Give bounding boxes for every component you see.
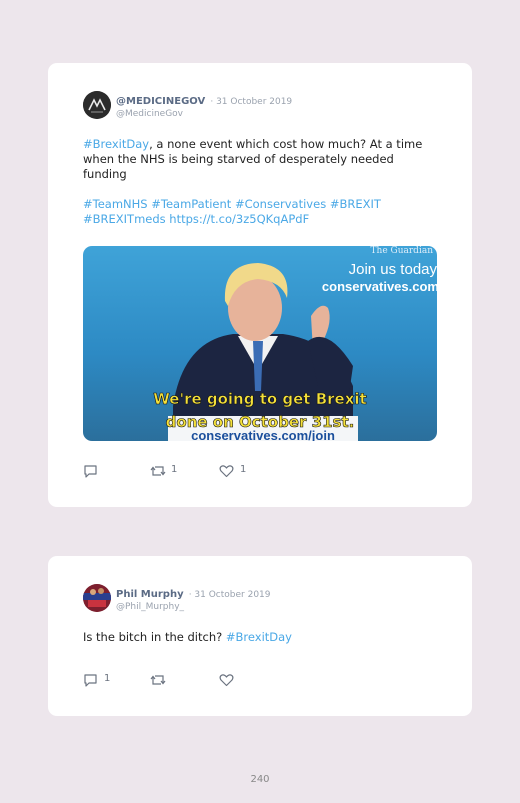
caption-line-2: done on October 31st. xyxy=(166,413,355,431)
join-text: Join us today xyxy=(349,261,437,278)
tweet-body: Is the bitch in the ditch? xyxy=(83,630,226,644)
media-scene: The Guardian Join us today conservatives… xyxy=(153,246,437,441)
tweet-hashtags: #TeamNHS #TeamPatient #Conservatives #BR… xyxy=(83,197,433,227)
heart-icon xyxy=(219,465,234,478)
caption-line-1: We're going to get Brexit xyxy=(153,390,366,408)
medicinegov-logo-icon xyxy=(83,91,111,119)
retweet-icon xyxy=(150,675,166,685)
author-name[interactable]: Phil Murphy xyxy=(116,589,184,600)
tweet-date[interactable]: · 31 October 2019 xyxy=(210,97,292,107)
author-name[interactable]: @MEDICINEGOV xyxy=(116,96,205,107)
like-count: 1 xyxy=(240,464,247,475)
tweet-media-gif[interactable]: The Guardian Join us today conservatives… xyxy=(83,246,437,441)
reply-icon xyxy=(84,674,97,687)
avatar[interactable] xyxy=(83,91,111,119)
brand-watermark: The Guardian xyxy=(371,246,434,256)
tweet-date[interactable]: · 31 October 2019 xyxy=(189,590,271,600)
tweet-card: Phil Murphy · 31 October 2019 @Phil_Murp… xyxy=(48,556,472,716)
retweet-count: 1 xyxy=(171,464,178,475)
hashtag-link-line[interactable]: #BREXITmeds https://t.co/3z5QKqAPdF xyxy=(83,212,433,227)
author-handle[interactable]: @Phil_Murphy_ xyxy=(116,602,271,613)
tweet-header: @MEDICINEGOV · 31 October 2019 @Medicine… xyxy=(116,93,292,120)
user-photo-icon xyxy=(83,584,111,612)
heart-icon xyxy=(219,674,234,687)
hashtag-line[interactable]: #TeamNHS #TeamPatient #Conservatives #BR… xyxy=(83,197,433,212)
page-number: 240 xyxy=(250,774,270,785)
hashtag-link[interactable]: #BrexitDay xyxy=(83,137,149,151)
avatar[interactable] xyxy=(83,584,111,612)
hashtag-link[interactable]: #BrexitDay xyxy=(226,630,292,644)
tweet-text: #BrexitDay, a none event which cost how … xyxy=(83,137,433,182)
tweet-header: Phil Murphy · 31 October 2019 @Phil_Murp… xyxy=(116,586,271,613)
reply-icon xyxy=(84,465,97,478)
reply-count: 1 xyxy=(104,673,111,684)
tweet-text: Is the bitch in the ditch? #BrexitDay xyxy=(83,630,433,645)
author-handle[interactable]: @MedicineGov xyxy=(116,109,292,120)
site-text: conservatives.com xyxy=(322,279,437,294)
retweet-icon xyxy=(150,466,166,476)
tweet-card: @MEDICINEGOV · 31 October 2019 @Medicine… xyxy=(48,63,472,507)
